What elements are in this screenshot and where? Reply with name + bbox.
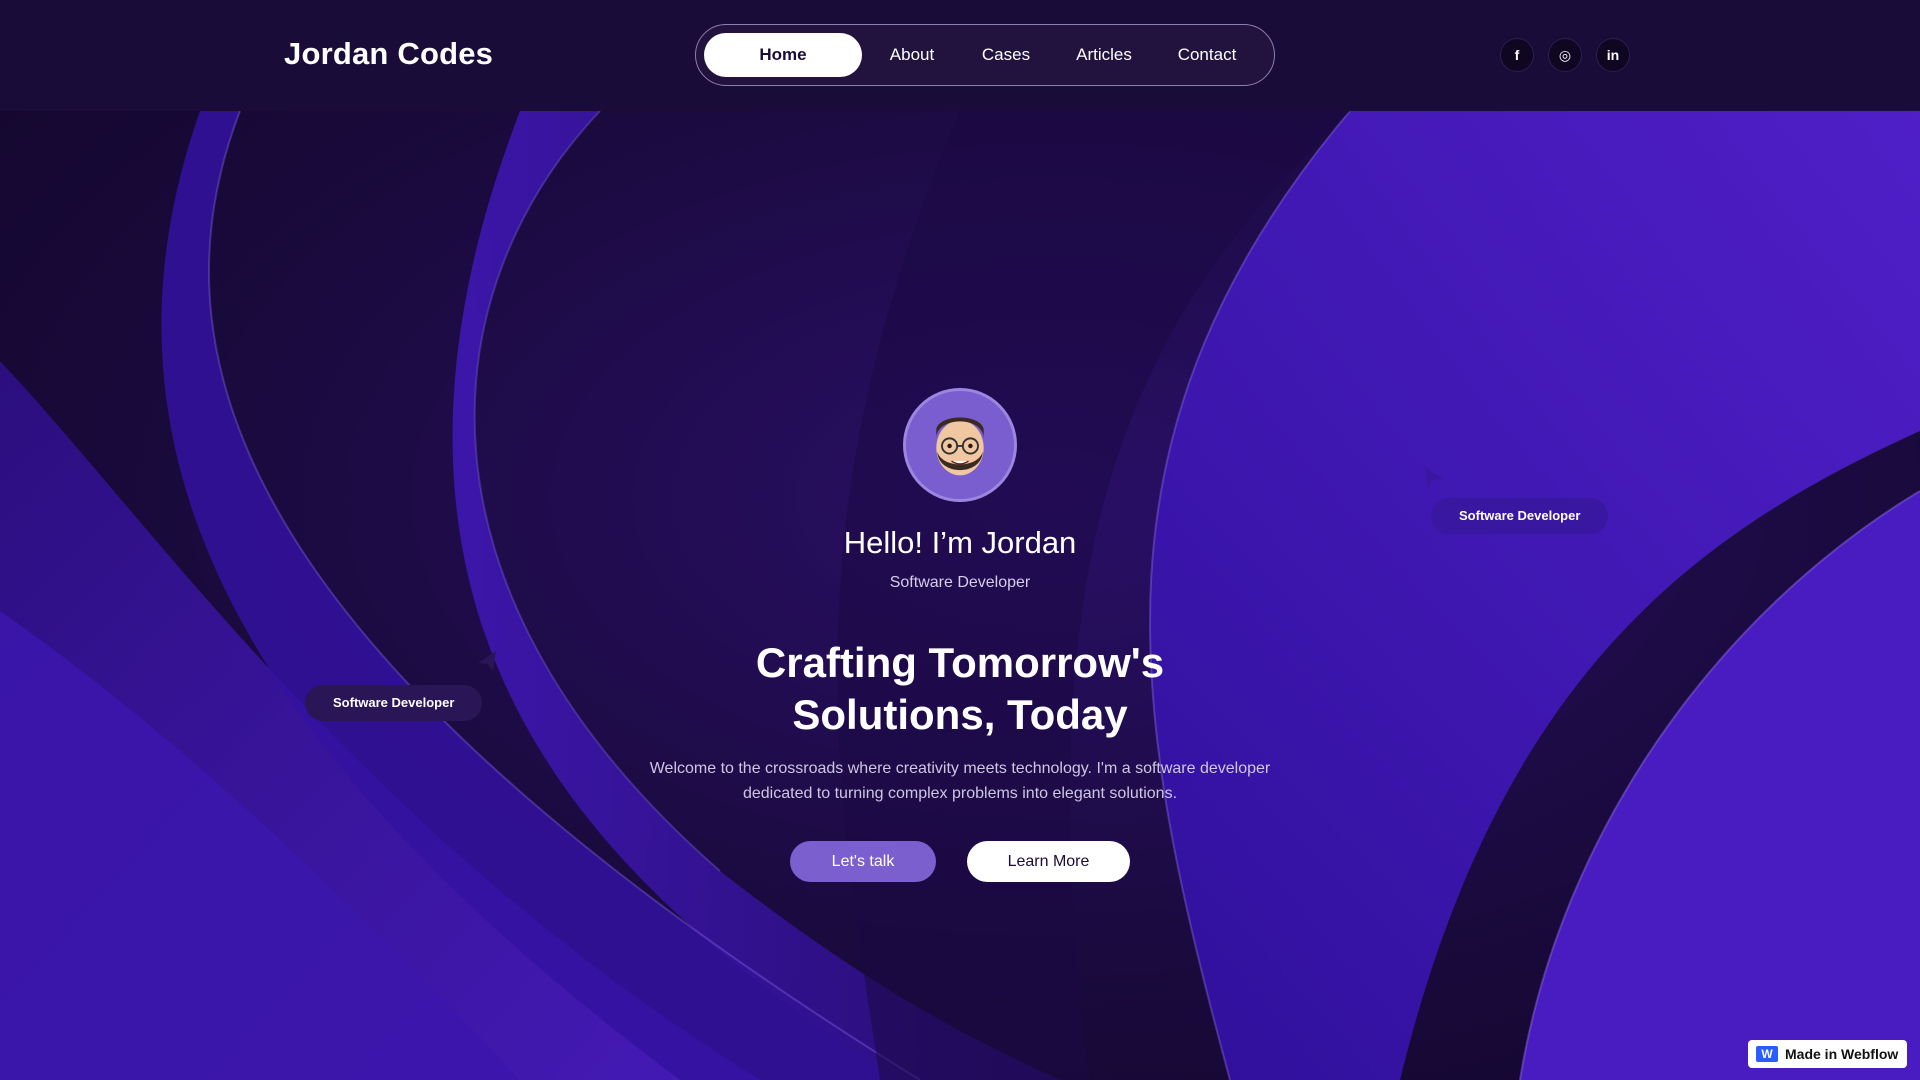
memoji-avatar-icon [906,391,1014,499]
hero-section: Hello! I’m Jordan Software Developer Cra… [0,111,1920,1080]
cursor-pointer-icon [1425,467,1443,487]
intro-line-1: Welcome to the crossroads where creativi… [649,760,1271,777]
facebook-icon[interactable]: f [1500,38,1534,72]
intro-line-2: dedicated to turning complex problems in… [742,785,1178,802]
site-header: Jordan Codes Home About Cases Articles C… [0,0,1920,111]
linkedin-icon[interactable]: in [1596,38,1630,72]
learn-more-button[interactable]: Learn More [967,841,1130,882]
webflow-logo-icon: W [1756,1046,1778,1062]
nav-contact[interactable]: Contact [1161,33,1253,77]
lets-talk-button[interactable]: Let's talk [790,841,936,882]
cursor-pointer-icon [478,651,496,671]
floating-tag-right: Software Developer [1431,498,1609,534]
badge-label: Made in Webflow [1785,1046,1899,1062]
main-nav: Home About Cases Articles Contact [695,24,1275,86]
nav-articles[interactable]: Articles [1060,33,1148,77]
nav-cases[interactable]: Cases [966,33,1046,77]
hero-headline: Crafting Tomorrow's Solutions, Today [0,637,1920,741]
hero-role: Software Developer [889,574,1031,591]
nav-about[interactable]: About [872,33,952,77]
made-in-webflow-badge[interactable]: W Made in Webflow [1748,1040,1907,1068]
wave-background [0,111,1920,1080]
hero-greeting: Hello! I’m Jordan [843,525,1077,560]
headline-line-1: Crafting Tomorrow's [755,639,1165,686]
nav-home[interactable]: Home [704,33,862,77]
site-logo[interactable]: Jordan Codes [284,36,493,72]
floating-tag-left: Software Developer [305,685,483,721]
page: Jordan Codes Home About Cases Articles C… [0,0,1920,1080]
instagram-icon[interactable]: ◎ [1548,38,1582,72]
hero-intro: Welcome to the crossroads where creativi… [610,756,1310,806]
avatar [903,388,1017,502]
headline-line-2: Solutions, Today [792,691,1128,738]
